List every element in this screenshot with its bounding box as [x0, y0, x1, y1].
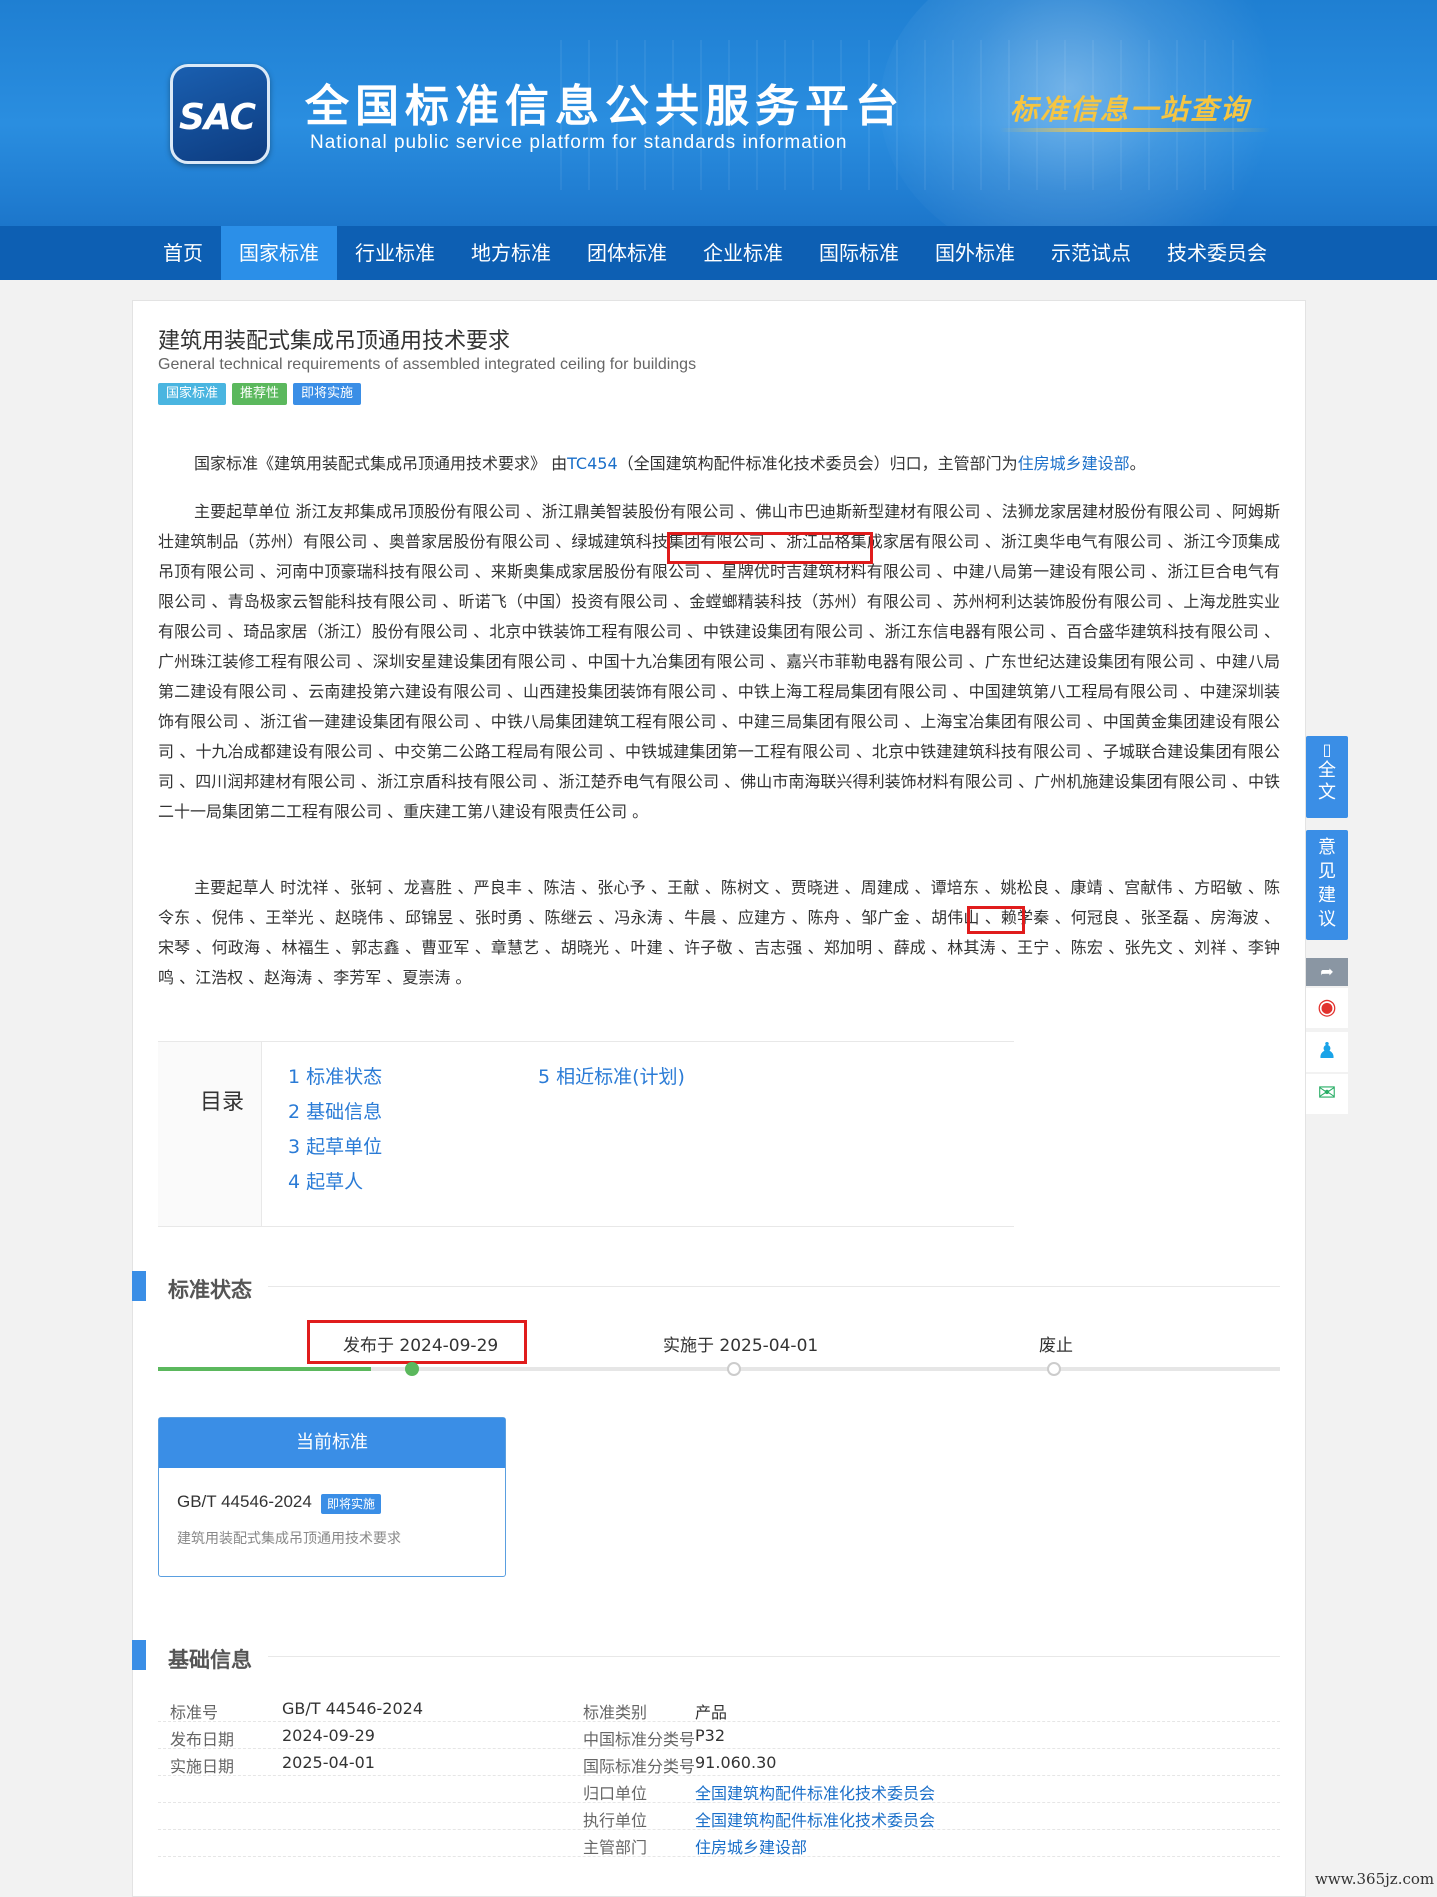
section-marker	[132, 1640, 146, 1670]
main-nav: 首页 国家标准 行业标准 地方标准 团体标准 企业标准 国际标准 国外标准 示范试点 技术委员会	[0, 226, 1437, 280]
document-icon: ▯	[1322, 740, 1332, 759]
toc-item-basic[interactable]: 2 基础信息	[288, 1097, 382, 1124]
toc-item-units[interactable]: 3 起草单位	[288, 1132, 382, 1159]
section-marker	[132, 1271, 146, 1301]
cell-label: 标准类别	[583, 1703, 648, 1722]
cell-value[interactable]: 全国建筑构配件标准化技术委员会	[695, 1780, 935, 1804]
page-title: 建筑用装配式集成吊顶通用技术要求	[158, 329, 511, 354]
nav-item[interactable]: 国外标准	[917, 226, 1033, 280]
intro-text-2: （全国建筑构配件标准化技术委员会）归口，主管部门为	[617, 454, 1018, 473]
cell-value: P32	[695, 1726, 726, 1745]
current-standard-badge: 即将实施	[321, 1494, 382, 1514]
nav-item[interactable]: 国际标准	[801, 226, 917, 280]
cell-label: 执行单位	[583, 1811, 648, 1830]
badge-upcoming: 即将实施	[293, 383, 362, 405]
nav-item[interactable]: 行业标准	[337, 226, 453, 280]
qq-icon[interactable]: ♟	[1306, 1032, 1348, 1072]
toc-label: 目录	[200, 1090, 245, 1115]
table-row: 发布日期 2024-09-29 中国标准分类号 P32	[158, 1722, 1280, 1749]
section-divider	[268, 1286, 1280, 1287]
cell-value: 2025-04-01	[282, 1753, 375, 1772]
cell-value: 产品	[695, 1703, 728, 1722]
site-header: SAC 全国标准信息公共服务平台 National public service…	[0, 0, 1437, 226]
slogan: 标准信息一站查询	[1010, 93, 1251, 126]
cell-value: GB/T 44546-2024	[282, 1699, 424, 1718]
logo-text: SAC	[179, 97, 256, 138]
tc-link[interactable]: TC454	[567, 454, 618, 473]
section-title-status: 标准状态	[168, 1278, 252, 1302]
cell-value[interactable]: 住房城乡建设部	[695, 1834, 807, 1858]
nav-item[interactable]: 地方标准	[453, 226, 569, 280]
cell-label: 归口单位	[583, 1784, 648, 1803]
dept-link[interactable]: 住房城乡建设部	[1018, 454, 1130, 473]
section-divider	[268, 1656, 1280, 1657]
cell-label: 中国标准分类号	[583, 1730, 696, 1749]
current-standard-card[interactable]: 当前标准 GB/T 44546-2024 即将实施 建筑用装配式集成吊顶通用技术…	[158, 1417, 506, 1577]
toc-item-similar[interactable]: 5 相近标准(计划)	[538, 1062, 685, 1089]
feedback-label: 意见建议	[1318, 837, 1336, 930]
badge-recommended: 推荐性	[232, 383, 288, 405]
section-title-basic: 基础信息	[168, 1648, 252, 1672]
toc-item-authors[interactable]: 4 起草人	[288, 1167, 363, 1194]
toc-label-cell: 目录	[158, 1042, 262, 1226]
cell-label: 实施日期	[170, 1757, 235, 1776]
standard-detail-card: 建筑用装配式集成吊顶通用技术要求 General technical requi…	[132, 300, 1306, 1897]
highlight-box-company	[667, 532, 873, 564]
fulltext-label: 全文	[1318, 760, 1336, 803]
table-row: 执行单位 全国建筑构配件标准化技术委员会	[158, 1803, 1280, 1830]
cell-label: 主管部门	[583, 1838, 648, 1857]
toc-item-status[interactable]: 1 标准状态	[288, 1062, 382, 1089]
timeline-implemented: 实施于 2025-04-01	[663, 1336, 819, 1356]
share-icon[interactable]: ➦	[1306, 958, 1348, 986]
highlight-box-person	[967, 906, 1025, 934]
current-standard-code[interactable]: GB/T 44546-2024	[177, 1492, 312, 1512]
cell-value: 91.060.30	[695, 1753, 777, 1772]
timeline-abolished: 废止	[1039, 1336, 1073, 1356]
timeline-dot-published	[405, 1362, 419, 1376]
drafters-paragraph: 主要起草人 时沈祥 、张轲 、龙喜胜 、严良丰 、陈洁 、张心予 、王献 、陈树…	[158, 878, 1280, 987]
timeline-dot-implemented	[727, 1362, 741, 1376]
badge-national: 国家标准	[158, 383, 227, 405]
wechat-icon[interactable]: ✉	[1306, 1074, 1348, 1114]
timeline-dot-abolished	[1047, 1362, 1061, 1376]
table-row: 主管部门 住房城乡建设部	[158, 1830, 1280, 1857]
current-standard-header: 当前标准	[159, 1418, 505, 1468]
intro-paragraph: 国家标准《建筑用装配式集成吊顶通用技术要求》 由TC454（全国建筑构配件标准化…	[158, 449, 1280, 479]
nav-item[interactable]: 团体标准	[569, 226, 685, 280]
intro-text-3: 。	[1129, 454, 1146, 473]
current-standard-name: 建筑用装配式集成吊顶通用技术要求	[177, 1531, 401, 1547]
fulltext-button[interactable]: ▯ 全文	[1306, 736, 1348, 818]
watermark: www.365jz.com	[1315, 1870, 1435, 1888]
feedback-button[interactable]: 意见建议	[1306, 830, 1348, 940]
highlight-box-published	[307, 1320, 527, 1364]
table-row: 归口单位 全国建筑构配件标准化技术委员会	[158, 1776, 1280, 1803]
nav-item[interactable]: 示范试点	[1033, 226, 1149, 280]
site-subtitle: National public service platform for sta…	[310, 132, 848, 153]
table-row: 标准号 GB/T 44546-2024 标准类别 产品	[158, 1695, 1280, 1722]
timeline-progress	[158, 1367, 372, 1371]
slogan-underline	[1000, 128, 1270, 132]
weibo-icon[interactable]: ◉	[1306, 988, 1348, 1028]
nav-item[interactable]: 国家标准	[221, 226, 337, 280]
cell-value[interactable]: 全国建筑构配件标准化技术委员会	[695, 1807, 935, 1831]
nav-item[interactable]: 企业标准	[685, 226, 801, 280]
table-row: 实施日期 2025-04-01 国际标准分类号 91.060.30	[158, 1749, 1280, 1776]
sac-logo[interactable]: SAC	[170, 64, 270, 164]
table-of-contents: 目录 1 标准状态 2 基础信息 3 起草单位 4 起草人 5 相近标准(计划)	[158, 1041, 1014, 1227]
cell-label: 标准号	[170, 1703, 219, 1722]
site-title[interactable]: 全国标准信息公共服务平台	[305, 70, 905, 134]
cell-label: 国际标准分类号	[583, 1757, 696, 1776]
page-title-en: General technical requirements of assemb…	[158, 356, 697, 373]
nav-item[interactable]: 技术委员会	[1149, 226, 1285, 280]
nav-list: 首页 国家标准 行业标准 地方标准 团体标准 企业标准 国际标准 国外标准 示范试点 技术委员会	[145, 226, 1285, 280]
badge-group: 国家标准 推荐性 即将实施	[158, 383, 362, 405]
intro-text-1: 国家标准《建筑用装配式集成吊顶通用技术要求》 由	[194, 454, 568, 473]
cell-label: 发布日期	[170, 1730, 235, 1749]
cell-value: 2024-09-29	[282, 1726, 375, 1745]
nav-item[interactable]: 首页	[145, 226, 221, 280]
